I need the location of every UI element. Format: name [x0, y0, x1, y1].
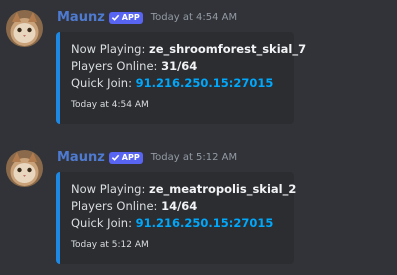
- embed: Now Playing: ze_shroomforest_skial_7 Pla…: [56, 32, 306, 124]
- players-online-label: Players Online:: [71, 199, 158, 213]
- players-online-value: 14/64: [161, 199, 198, 213]
- checkmark-icon: [111, 154, 120, 161]
- embed: Now Playing: ze_meatropolis_skial_2 Play…: [56, 172, 296, 264]
- quick-join-link[interactable]: 91.216.250.15:27015: [136, 76, 274, 90]
- timestamp[interactable]: Today at 4:54 AM: [151, 12, 237, 23]
- now-playing-label: Now Playing:: [71, 42, 146, 56]
- avatar[interactable]: [6, 10, 43, 47]
- quick-join-link[interactable]: 91.216.250.15:27015: [136, 216, 274, 230]
- app-badge-label: APP: [121, 12, 140, 22]
- avatar[interactable]: [6, 150, 43, 187]
- now-playing-value: ze_shroomforest_skial_7: [149, 42, 307, 56]
- username[interactable]: Maunz: [57, 150, 105, 165]
- app-badge: APP: [108, 151, 143, 164]
- timestamp[interactable]: Today at 5:12 AM: [151, 152, 237, 163]
- quick-join-line: Quick Join: 91.216.250.15:27015: [71, 216, 273, 230]
- quick-join-label: Quick Join:: [71, 216, 132, 230]
- now-playing-line: Now Playing: ze_shroomforest_skial_7: [71, 42, 306, 56]
- now-playing-label: Now Playing:: [71, 182, 146, 196]
- checkmark-icon: [111, 14, 120, 21]
- players-online-value: 31/64: [161, 59, 198, 73]
- username[interactable]: Maunz: [57, 10, 105, 25]
- players-online-label: Players Online:: [71, 59, 158, 73]
- app-badge-label: APP: [121, 152, 140, 162]
- now-playing-value: ze_meatropolis_skial_2: [149, 182, 297, 196]
- now-playing-line: Now Playing: ze_meatropolis_skial_2: [71, 182, 296, 196]
- quick-join-label: Quick Join:: [71, 76, 132, 90]
- players-online-line: Players Online: 31/64: [71, 59, 197, 73]
- embed-footer-timestamp: Today at 5:12 AM: [71, 240, 149, 250]
- embed-footer-timestamp: Today at 4:54 AM: [71, 100, 149, 110]
- quick-join-line: Quick Join: 91.216.250.15:27015: [71, 76, 273, 90]
- app-badge: APP: [108, 11, 143, 24]
- players-online-line: Players Online: 14/64: [71, 199, 197, 213]
